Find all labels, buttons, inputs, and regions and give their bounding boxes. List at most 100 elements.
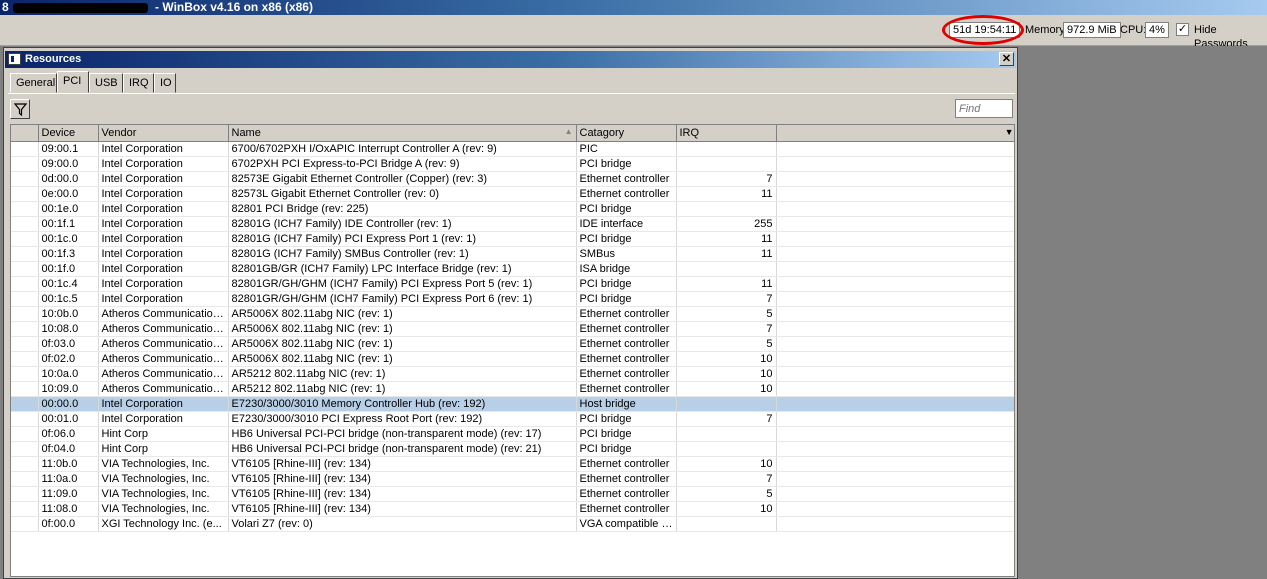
cell-vendor: Hint Corp — [98, 426, 229, 442]
table-row[interactable]: 10:08.0 Atheros Communications... AR5006X … — [11, 321, 1014, 337]
cell-category: Ethernet controller — [576, 501, 677, 517]
close-button[interactable]: ✕ — [999, 52, 1014, 66]
tab-usb[interactable]: USB — [89, 73, 123, 93]
cell-name: AR5006X 802.11abg NIC (rev: 1) — [228, 306, 577, 322]
row-marker — [11, 441, 39, 457]
cell-device: 0f:00.0 — [38, 516, 99, 532]
table-row[interactable]: 09:00.1 Intel Corporation 6700/6702PXH I/O… — [11, 141, 1014, 157]
cell-irq: 11 — [676, 186, 777, 202]
table-row[interactable]: 00:1c.4 Intel Corporation 82801GR/GH/GHM (… — [11, 276, 1014, 292]
table-row[interactable]: 0f:00.0 XGI Technology Inc. (e... Volari Z… — [11, 516, 1014, 532]
row-marker — [11, 381, 39, 397]
row-filler — [776, 441, 1014, 457]
cell-category: Ethernet controller — [576, 366, 677, 382]
row-filler — [776, 411, 1014, 427]
tab-pci[interactable]: PCI — [57, 71, 89, 93]
cell-vendor: VIA Technologies, Inc. — [98, 486, 229, 502]
cell-vendor: Atheros Communications... — [98, 336, 229, 352]
cell-irq — [676, 516, 777, 532]
cell-irq — [676, 156, 777, 172]
table-row[interactable]: 0f:04.0 Hint Corp HB6 Universal PCI-PCI br… — [11, 441, 1014, 457]
annotation-circle — [942, 15, 1024, 45]
hide-passwords-checkbox[interactable]: ✓ — [1176, 23, 1189, 36]
table-row[interactable]: 00:1f.1 Intel Corporation 82801G (ICH7 Fam… — [11, 216, 1014, 232]
filter-button[interactable] — [10, 99, 30, 119]
column-header-marker — [11, 125, 39, 142]
row-filler — [776, 171, 1014, 187]
cell-irq — [676, 261, 777, 277]
row-filler — [776, 486, 1014, 502]
table-row[interactable]: 00:1c.0 Intel Corporation 82801G (ICH7 Fam… — [11, 231, 1014, 247]
cell-name: E7230/3000/3010 Memory Controller Hub (r… — [228, 396, 577, 412]
table-row[interactable]: 00:00.0 Intel Corporation E7230/3000/3010 … — [11, 396, 1014, 412]
table-row[interactable]: 00:1c.5 Intel Corporation 82801GR/GH/GHM (… — [11, 291, 1014, 307]
cell-device: 00:1c.0 — [38, 231, 99, 247]
cell-device: 10:08.0 — [38, 321, 99, 337]
resources-window-titlebar[interactable]: Resources ✕ — [5, 51, 1016, 68]
cell-category: PCI bridge — [576, 426, 677, 442]
cell-name: AR5006X 802.11abg NIC (rev: 1) — [228, 321, 577, 337]
row-marker — [11, 231, 39, 247]
tab-io[interactable]: IO — [154, 73, 176, 93]
row-filler — [776, 396, 1014, 412]
column-header-filler[interactable]: ▼ — [776, 125, 1014, 142]
table-row[interactable]: 00:1f.0 Intel Corporation 82801GB/GR (ICH7… — [11, 261, 1014, 277]
cell-name: E7230/3000/3010 PCI Express Root Port (r… — [228, 411, 577, 427]
tab-general[interactable]: General — [10, 73, 57, 93]
cell-irq: 10 — [676, 366, 777, 382]
column-header-device[interactable]: Device — [38, 125, 99, 142]
row-filler — [776, 141, 1014, 157]
column-header-vendor[interactable]: Vendor — [98, 125, 229, 142]
table-row[interactable]: 0e:00.0 Intel Corporation 82573L Gigabit E… — [11, 186, 1014, 202]
cell-category: PCI bridge — [576, 276, 677, 292]
table-row[interactable]: 0d:00.0 Intel Corporation 82573E Gigabit E… — [11, 171, 1014, 187]
row-marker — [11, 501, 39, 517]
cell-name: AR5006X 802.11abg NIC (rev: 1) — [228, 336, 577, 352]
cell-vendor: Intel Corporation — [98, 201, 229, 217]
cell-category: VGA compatible c... — [576, 516, 677, 532]
cell-device: 09:00.0 — [38, 156, 99, 172]
cell-vendor: Intel Corporation — [98, 186, 229, 202]
table-row[interactable]: 0f:02.0 Atheros Communications... AR5006X … — [11, 351, 1014, 367]
row-marker — [11, 471, 39, 487]
window-icon — [8, 53, 21, 65]
cell-vendor: Intel Corporation — [98, 261, 229, 277]
table-row[interactable]: 10:0a.0 Atheros Communications... AR5212 8… — [11, 366, 1014, 382]
column-header-irq[interactable]: IRQ — [676, 125, 777, 142]
cell-category: SMBus — [576, 246, 677, 262]
table-row[interactable]: 11:0a.0 VIA Technologies, Inc. VT6105 [Rhi… — [11, 471, 1014, 487]
table-row[interactable]: 11:09.0 VIA Technologies, Inc. VT6105 [Rhi… — [11, 486, 1014, 502]
filter-icon — [14, 103, 27, 116]
memory-field: 972.9 MiB — [1063, 22, 1121, 38]
table-row[interactable]: 10:0b.0 Atheros Communications... AR5006X … — [11, 306, 1014, 322]
cell-category: PCI bridge — [576, 441, 677, 457]
cell-device: 00:00.0 — [38, 396, 99, 412]
row-filler — [776, 201, 1014, 217]
table-row[interactable]: 00:1e.0 Intel Corporation 82801 PCI Bridge… — [11, 201, 1014, 217]
table-row[interactable]: 00:01.0 Intel Corporation E7230/3000/3010 … — [11, 411, 1014, 427]
cell-vendor: Atheros Communications... — [98, 351, 229, 367]
cell-category: PCI bridge — [576, 291, 677, 307]
find-input[interactable] — [955, 99, 1013, 118]
table-row[interactable]: 11:0b.0 VIA Technologies, Inc. VT6105 [Rhi… — [11, 456, 1014, 472]
cell-irq: 10 — [676, 381, 777, 397]
row-marker — [11, 201, 39, 217]
cell-irq: 7 — [676, 411, 777, 427]
cell-category: Ethernet controller — [576, 306, 677, 322]
table-row[interactable]: 10:09.0 Atheros Communications... AR5212 8… — [11, 381, 1014, 397]
table-row[interactable]: 09:00.0 Intel Corporation 6702PXH PCI Expr… — [11, 156, 1014, 172]
cell-irq — [676, 426, 777, 442]
row-marker — [11, 246, 39, 262]
row-marker — [11, 216, 39, 232]
table-row[interactable]: 00:1f.3 Intel Corporation 82801G (ICH7 Fam… — [11, 246, 1014, 262]
column-header-category[interactable]: Catagory — [576, 125, 677, 142]
table-row[interactable]: 0f:03.0 Atheros Communications... AR5006X … — [11, 336, 1014, 352]
cell-irq: 5 — [676, 306, 777, 322]
table-row[interactable]: 0f:06.0 Hint Corp HB6 Universal PCI-PCI br… — [11, 426, 1014, 442]
cell-name: 82801G (ICH7 Family) IDE Controller (rev… — [228, 216, 577, 232]
cell-irq: 7 — [676, 171, 777, 187]
column-header-name[interactable]: Name ▲ — [228, 125, 577, 142]
table-row[interactable]: 11:08.0 VIA Technologies, Inc. VT6105 [Rhi… — [11, 501, 1014, 517]
tab-irq[interactable]: IRQ — [123, 73, 154, 93]
column-menu-icon[interactable]: ▼ — [1005, 127, 1014, 137]
